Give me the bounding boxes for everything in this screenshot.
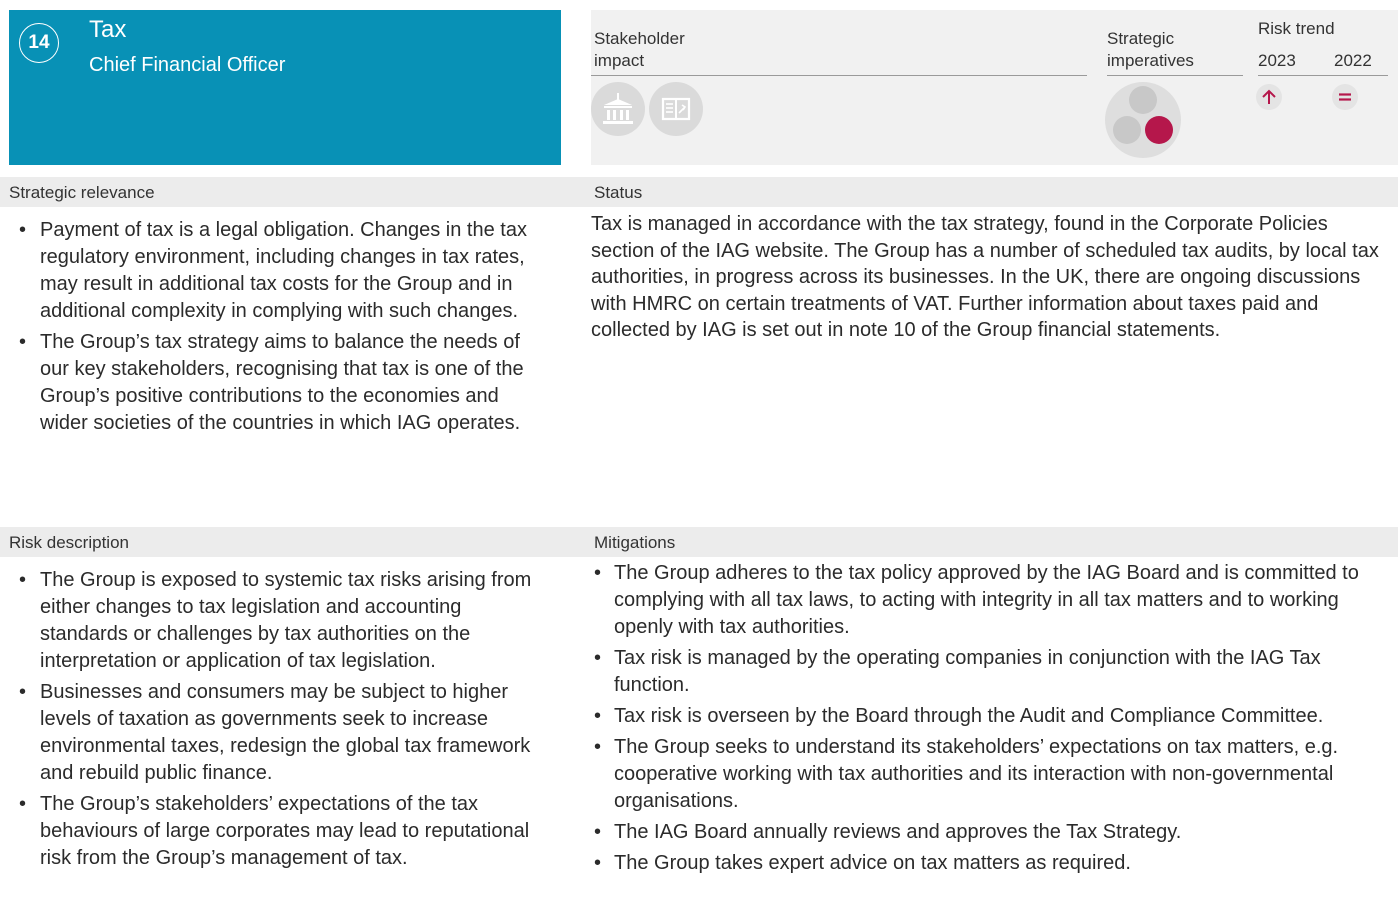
imperative-dot	[1129, 86, 1157, 114]
year-2023-heading: 2023	[1258, 51, 1296, 70]
section-header-bar: Risk description Mitigations	[0, 527, 1398, 557]
status-heading: Status	[594, 183, 643, 202]
arrow-up-icon	[1256, 84, 1282, 110]
mitigations-heading: Mitigations	[594, 533, 676, 552]
divider	[1107, 75, 1243, 76]
list-item: Tax risk is overseen by the Board throug…	[591, 703, 1394, 730]
imperative-dot-active	[1145, 116, 1173, 144]
divider	[591, 75, 1087, 76]
list-item: The Group is exposed to systemic tax ris…	[9, 567, 549, 675]
risk-owner: Chief Financial Officer	[89, 54, 286, 76]
risk-summary-panel: Stakeholder impact Strategic imperatives…	[591, 10, 1398, 165]
list-item: The Group takes expert advice on tax mat…	[591, 850, 1394, 877]
stakeholder-impact-heading: Stakeholder impact	[594, 29, 685, 70]
list-item: Businesses and consumers may be subject …	[9, 679, 549, 787]
imperative-dot	[1113, 116, 1141, 144]
list-item: The Group adheres to the tax policy appr…	[591, 560, 1394, 641]
risk-title: Tax	[89, 16, 127, 43]
list-item: The Group’s tax strategy aims to balance…	[9, 329, 549, 437]
risk-description-list: The Group is exposed to systemic tax ris…	[9, 567, 549, 876]
strategic-imperatives-heading: Strategic imperatives	[1107, 29, 1194, 70]
year-2022-heading: 2022	[1334, 51, 1372, 70]
strategic-imperatives-indicator	[1105, 82, 1181, 158]
status-text: Tax is managed in accordance with the ta…	[591, 213, 1379, 341]
risk-trend-heading: Risk trend	[1258, 19, 1335, 38]
divider	[1258, 75, 1388, 76]
risk-number-badge: 14	[19, 23, 59, 63]
list-item: The IAG Board annually reviews and appro…	[591, 819, 1394, 846]
risk-description-heading: Risk description	[9, 533, 129, 552]
mitigations-list: The Group adheres to the tax policy appr…	[591, 560, 1394, 881]
booklet-icon	[649, 82, 703, 136]
section-header-bar: Strategic relevance Status	[0, 177, 1398, 207]
strategic-relevance-heading: Strategic relevance	[9, 183, 155, 202]
list-item: The Group seeks to understand its stakeh…	[591, 734, 1394, 815]
list-item: Payment of tax is a legal obligation. Ch…	[9, 217, 549, 325]
strategic-relevance-list: Payment of tax is a legal obligation. Ch…	[9, 217, 549, 441]
equals-icon	[1332, 84, 1358, 110]
risk-header: 14 Tax Chief Financial Officer	[9, 10, 561, 165]
list-item: The Group’s stakeholders’ expectations o…	[9, 791, 549, 872]
list-item: Tax risk is managed by the operating com…	[591, 645, 1394, 699]
government-building-icon	[591, 82, 645, 136]
